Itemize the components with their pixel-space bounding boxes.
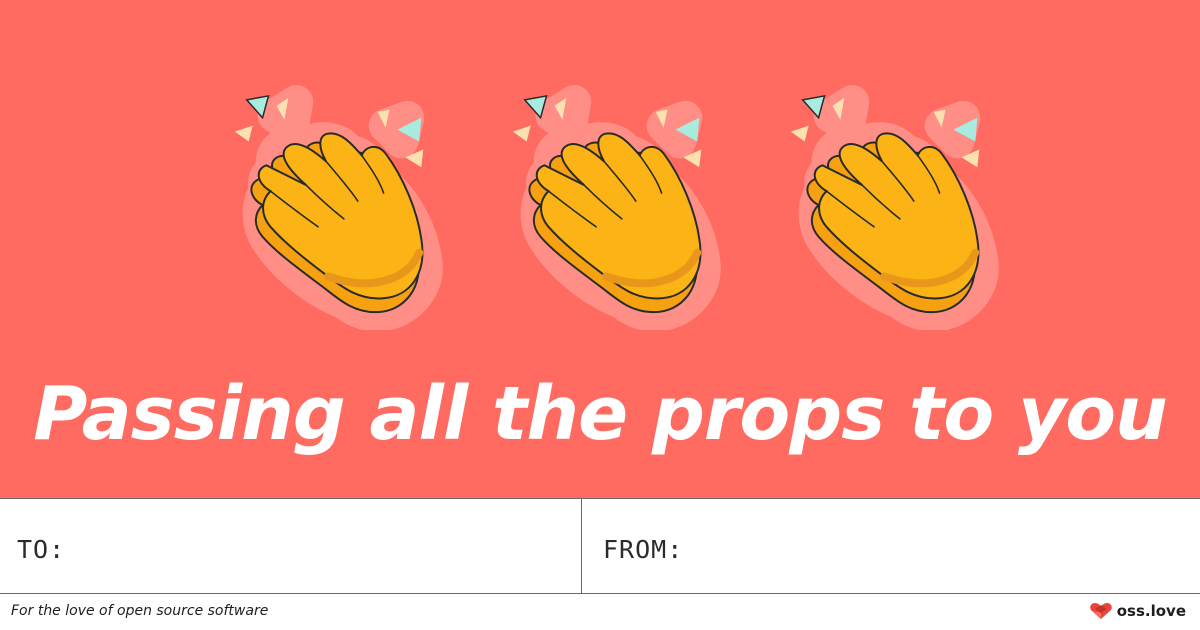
from-field[interactable]: FROM:	[582, 499, 1200, 593]
heart-logo-icon	[1089, 603, 1112, 619]
clapping-hands-icon	[484, 82, 734, 330]
address-fields: TO: FROM:	[0, 498, 1200, 594]
clapping-hands-icon	[206, 82, 456, 330]
to-label: TO:	[17, 535, 66, 564]
to-field[interactable]: TO:	[0, 499, 582, 593]
from-label: FROM:	[603, 535, 684, 564]
footer: For the love of open source software oss…	[0, 594, 1200, 630]
footer-tagline: For the love of open source software	[11, 603, 269, 619]
brand-link[interactable]: oss.love	[1089, 602, 1186, 620]
headline: Passing all the props to you	[33, 371, 1168, 457]
clapping-hands-icon	[762, 82, 1012, 330]
brand-name: oss.love	[1116, 602, 1186, 620]
hero-banner: Passing all the props to you	[0, 0, 1200, 498]
